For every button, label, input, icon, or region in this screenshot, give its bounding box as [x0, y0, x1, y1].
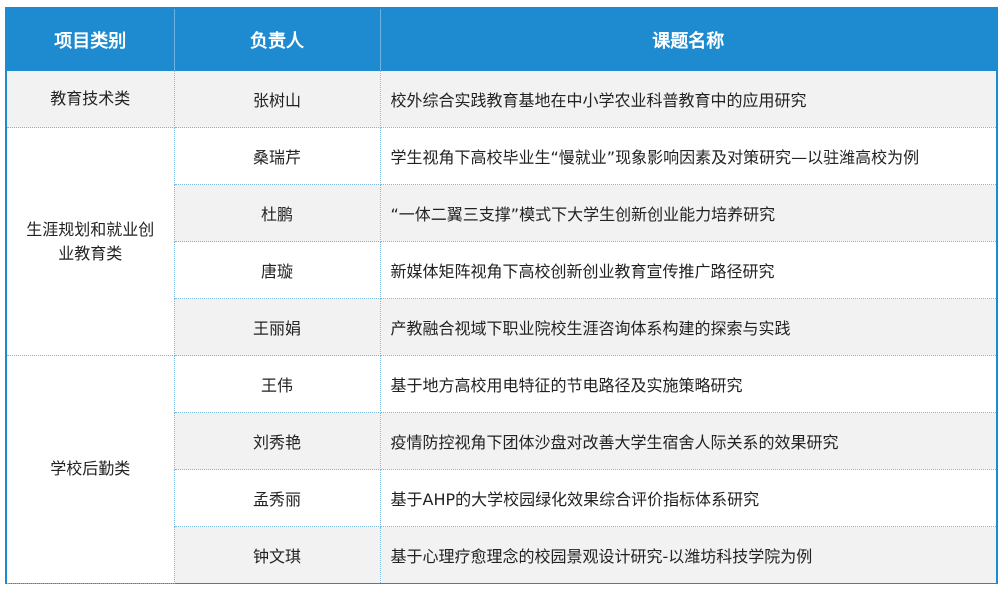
topic-cell: 疫情防控视角下团体沙盘对改善大学生宿舍人际关系的效果研究	[380, 412, 996, 470]
topic-cell: 基于地方高校用电特征的节电路径及实施策略研究	[380, 355, 996, 413]
project-table: 项目类别 负责人 课题名称 教育技术类 张树山 校外综合实践教育基地在中小学农业…	[7, 9, 996, 584]
project-table-frame: 项目类别 负责人 课题名称 教育技术类 张树山 校外综合实践教育基地在中小学农业…	[5, 7, 998, 584]
person-cell: 唐璇	[174, 241, 381, 299]
header-person: 负责人	[174, 9, 381, 71]
person-cell: 钟文琪	[174, 526, 381, 583]
category-cell: 学校后勤类	[7, 355, 175, 584]
topic-cell: 校外综合实践教育基地在中小学农业科普教育中的应用研究	[380, 71, 996, 128]
header-topic: 课题名称	[380, 9, 996, 71]
topic-cell: 基于心理疗愈理念的校园景观设计研究-以潍坊科技学院为例	[380, 526, 996, 583]
category-cell: 生涯规划和就业创业教育类	[7, 127, 175, 356]
topic-cell: 新媒体矩阵视角下高校创新创业教育宣传推广路径研究	[380, 241, 996, 299]
person-cell: 王伟	[174, 355, 381, 413]
table-header-row: 项目类别 负责人 课题名称	[7, 9, 996, 71]
person-cell: 孟秀丽	[174, 469, 381, 527]
topic-cell: “一体二翼三支撑”模式下大学生创新创业能力培养研究	[380, 184, 996, 242]
category-cell: 教育技术类	[7, 71, 175, 128]
table-row: 学校后勤类 王伟 基于地方高校用电特征的节电路径及实施策略研究	[7, 355, 996, 584]
topic-cell: 基于AHP的大学校园绿化效果综合评价指标体系研究	[380, 469, 996, 527]
topic-cell: 学生视角下高校毕业生“慢就业”现象影响因素及对策研究—以驻潍高校为例	[380, 127, 996, 185]
person-cell: 刘秀艳	[174, 412, 381, 470]
person-cell: 杜鹏	[174, 184, 381, 242]
topic-cell: 产教融合视域下职业院校生涯咨询体系构建的探索与实践	[380, 298, 996, 356]
person-cell: 桑瑞芹	[174, 127, 381, 185]
person-cell: 张树山	[174, 71, 381, 128]
table-row: 教育技术类 张树山 校外综合实践教育基地在中小学农业科普教育中的应用研究	[7, 71, 996, 128]
person-cell: 王丽娟	[174, 298, 381, 356]
table-row: 生涯规划和就业创业教育类 桑瑞芹 学生视角下高校毕业生“慢就业”现象影响因素及对…	[7, 127, 996, 356]
header-category: 项目类别	[7, 9, 175, 71]
